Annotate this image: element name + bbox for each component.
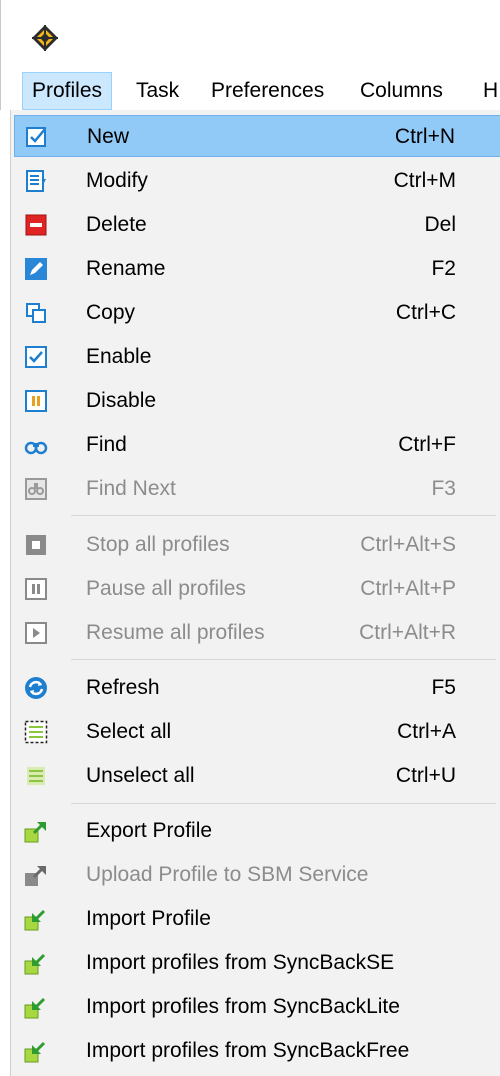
title-bar: [0, 8, 500, 72]
menu-item-export-profile[interactable]: Export Profile: [14, 810, 500, 852]
menu-columns[interactable]: Columns: [351, 72, 452, 110]
menu-separator: [71, 515, 496, 516]
menu-item-label: Modify: [86, 169, 148, 192]
menu-item-label: Upload Profile to SBM Service: [86, 863, 369, 886]
menu-item-import-syncbackse[interactable]: Import profiles from SyncBackSE: [14, 942, 500, 984]
menu-preferences[interactable]: Preferences: [202, 72, 333, 110]
unselect-all-icon: [27, 767, 45, 785]
menu-item-find[interactable]: Find Ctrl+F: [14, 424, 500, 466]
menu-item-shortcut: Ctrl+A: [397, 720, 456, 743]
menu-item-import-profile[interactable]: Import Profile: [14, 898, 500, 940]
menu-item-label: Find: [86, 433, 127, 456]
enable-check-icon: [25, 346, 47, 368]
menu-bar: Profiles Task Preferences Columns H: [0, 72, 500, 110]
stop-icon: [26, 535, 46, 555]
disable-pause-icon: [25, 390, 47, 412]
menu-item-shortcut: Ctrl+F: [398, 433, 456, 456]
menu-item-label: Disable: [86, 389, 157, 412]
menu-item-label: Unselect all: [86, 764, 195, 787]
import-icon: [24, 909, 46, 931]
app-logo-icon: [32, 25, 58, 51]
menu-item-label: Import profiles from SyncBackSE: [86, 951, 395, 974]
menu-item-shortcut: F2: [431, 257, 456, 280]
delete-icon: [25, 214, 47, 236]
rename-pencil-icon: [25, 258, 47, 280]
menu-item-label: New: [87, 125, 130, 148]
menu-task[interactable]: Task: [127, 72, 188, 110]
menu-item-rename[interactable]: Rename F2: [14, 248, 500, 290]
menu-item-label: Pause all profiles: [86, 577, 246, 600]
menu-item-label: Delete: [86, 213, 147, 236]
menu-item-label: Enable: [86, 345, 152, 368]
copy-icon: [26, 303, 46, 323]
menu-item-label: Select all: [86, 720, 172, 743]
menu-item-shortcut: Ctrl+M: [393, 169, 456, 192]
menu-item-delete[interactable]: Delete Del: [14, 204, 500, 246]
import-icon: [24, 997, 46, 1019]
menu-item-new[interactable]: New Ctrl+N: [14, 115, 500, 157]
new-profile-icon: [26, 127, 46, 147]
menu-item-label: Refresh: [86, 676, 160, 699]
menu-item-select-all[interactable]: Select all Ctrl+A: [14, 711, 500, 753]
menu-profiles[interactable]: Profiles: [22, 72, 113, 110]
menu-item-disable[interactable]: Disable: [14, 380, 500, 422]
menu-item-find-next[interactable]: Find Next F3: [14, 468, 500, 510]
menu-item-import-syncbackfree[interactable]: Import profiles from SyncBackFree: [14, 1030, 500, 1072]
menu-item-resume-all[interactable]: Resume all profiles Ctrl+Alt+R: [14, 612, 500, 654]
menu-item-upload-profile[interactable]: Upload Profile to SBM Service: [14, 854, 500, 896]
import-icon: [24, 1041, 46, 1063]
modify-icon: [26, 170, 46, 192]
menu-item-label: Import Profile: [86, 907, 211, 930]
menu-item-shortcut: Ctrl+C: [395, 301, 456, 324]
menu-item-label: Copy: [86, 301, 136, 324]
menu-item-shortcut: Ctrl+N: [394, 125, 455, 148]
menu-item-modify[interactable]: Modify Ctrl+M: [14, 160, 500, 202]
menu-item-shortcut: Ctrl+U: [395, 764, 456, 787]
upload-icon: [25, 866, 46, 886]
menu-item-shortcut: F3: [431, 477, 456, 500]
import-icon: [24, 953, 46, 975]
menu-separator: [71, 803, 496, 804]
menu-item-enable[interactable]: Enable: [14, 336, 500, 378]
menu-item-label: Export Profile: [86, 819, 213, 842]
menu-item-stop-all[interactable]: Stop all profiles Ctrl+Alt+S: [14, 524, 500, 566]
menu-item-shortcut: Ctrl+Alt+R: [359, 621, 456, 644]
menu-item-label: Import profiles from SyncBackFree: [86, 1039, 410, 1062]
find-binoculars-icon: [24, 441, 48, 455]
menu-item-unselect-all[interactable]: Unselect all Ctrl+U: [14, 755, 500, 797]
menu-help[interactable]: H: [474, 72, 500, 110]
menu-item-label: Import profiles from SyncBackLite: [86, 995, 400, 1018]
menu-item-pause-all[interactable]: Pause all profiles Ctrl+Alt+P: [14, 568, 500, 610]
resume-icon: [25, 622, 47, 644]
export-icon: [24, 822, 46, 843]
menu-item-shortcut: Del: [424, 213, 456, 236]
menu-item-shortcut: Ctrl+Alt+P: [360, 577, 456, 600]
find-next-icon: [25, 478, 47, 500]
profiles-dropdown-menu: New Ctrl+N Modify Ctrl+M Delete Del Rena…: [10, 110, 500, 1076]
menu-item-copy[interactable]: Copy Ctrl+C: [14, 292, 500, 334]
menu-item-shortcut: Ctrl+Alt+S: [360, 533, 456, 556]
refresh-icon: [25, 677, 47, 699]
menu-item-label: Stop all profiles: [86, 533, 230, 556]
pause-icon: [25, 578, 47, 600]
menu-item-label: Resume all profiles: [86, 621, 265, 644]
menu-separator: [71, 659, 496, 660]
menu-item-label: Rename: [86, 257, 166, 280]
menu-item-shortcut: F5: [431, 676, 456, 699]
window-frame-top: [0, 0, 500, 8]
menu-item-label: Find Next: [86, 477, 176, 500]
select-all-icon: [24, 720, 48, 744]
menu-item-import-syncbacklite[interactable]: Import profiles from SyncBackLite: [14, 986, 500, 1028]
menu-item-refresh[interactable]: Refresh F5: [14, 667, 500, 709]
